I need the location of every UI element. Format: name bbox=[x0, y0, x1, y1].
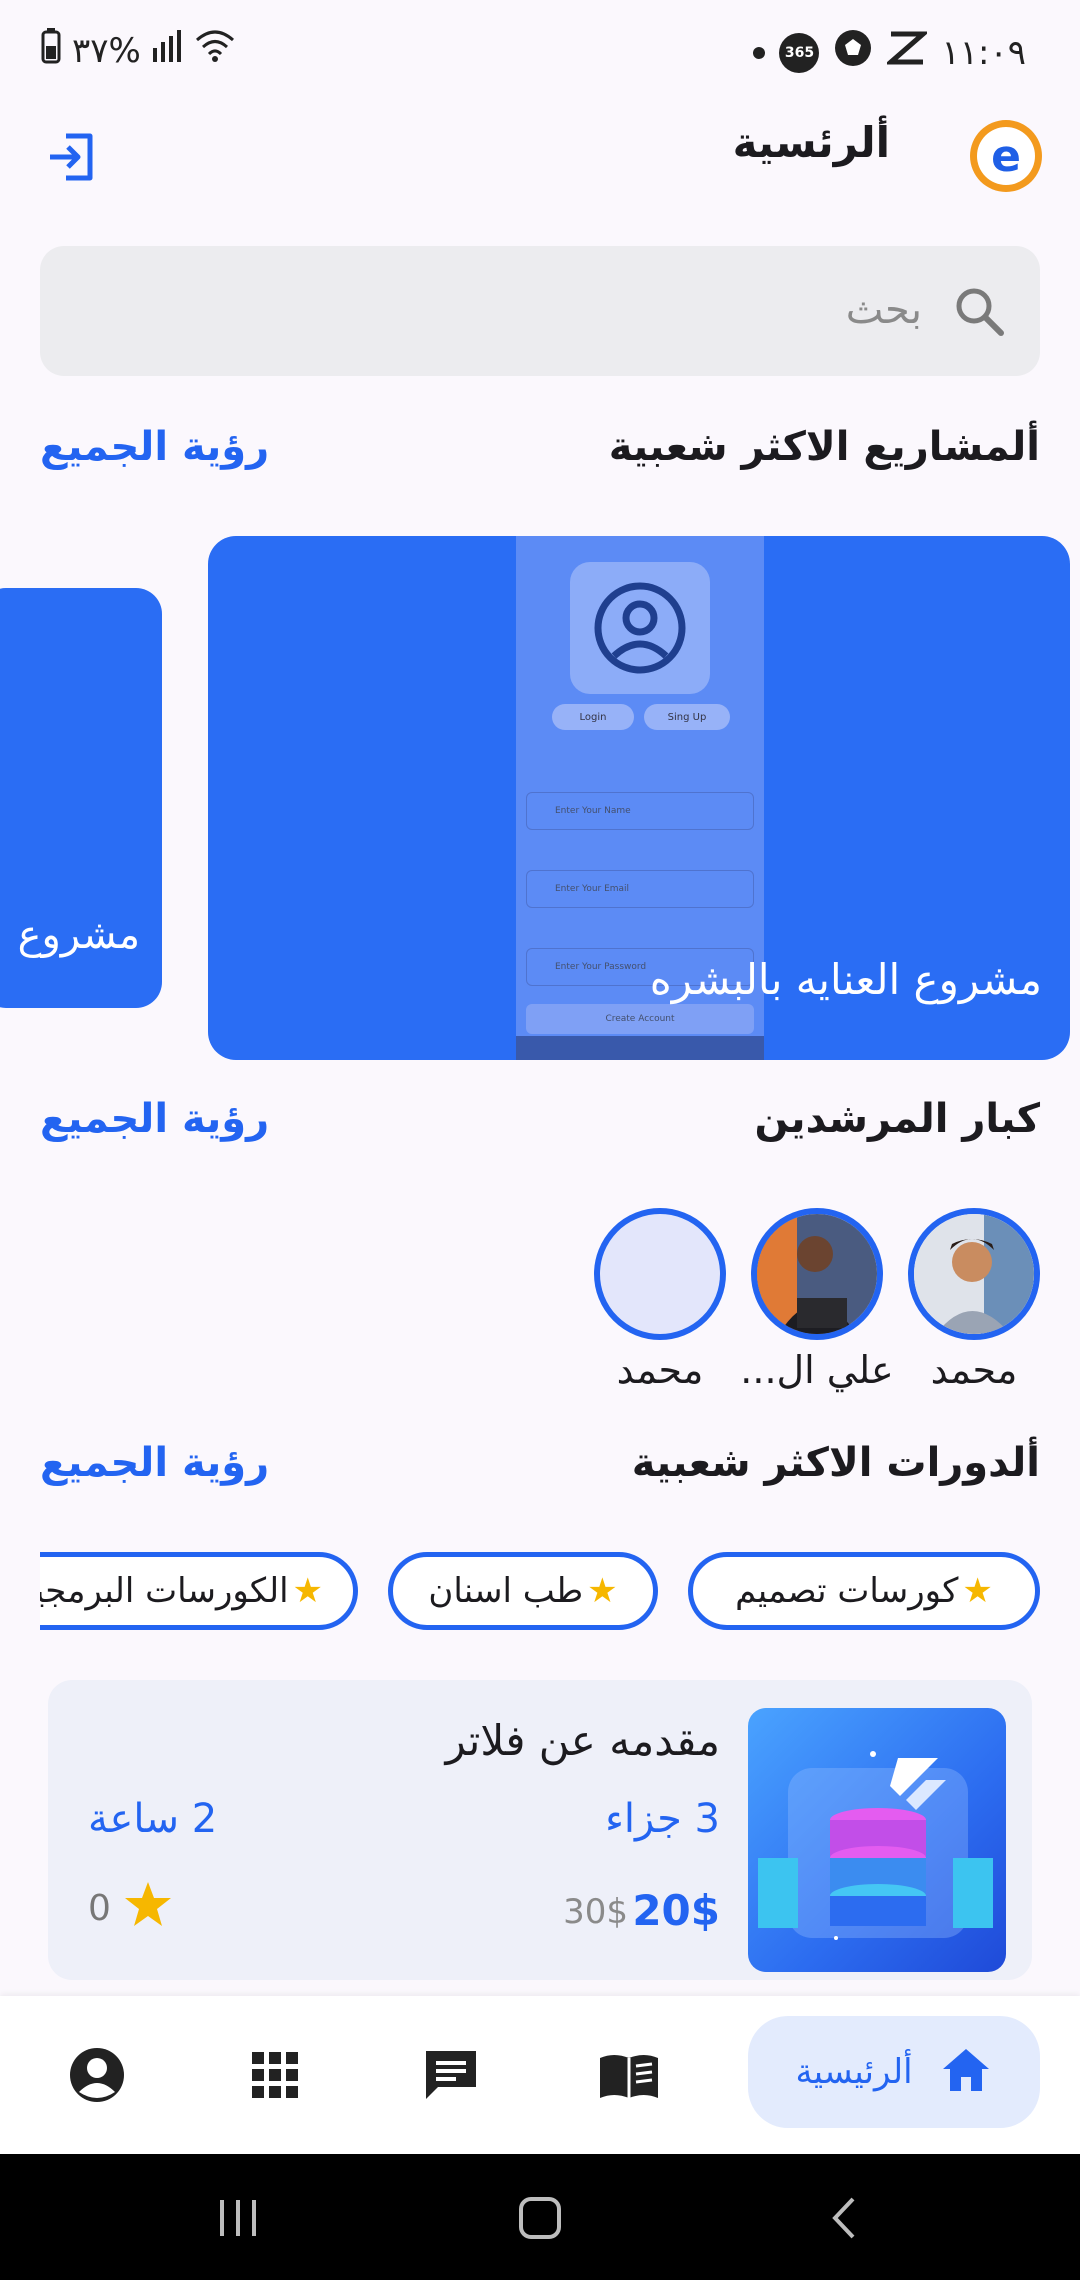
projects-section-title: ألمشاريع الاكثر شعبية bbox=[608, 424, 1040, 470]
project-card-label: مشروع العنايه بالبشره bbox=[649, 955, 1042, 1004]
mentor-avatar bbox=[751, 1208, 883, 1340]
course-price: 20$ bbox=[632, 1886, 720, 1935]
category-chip-label: الكورسات البرمجية bbox=[40, 1571, 289, 1611]
book-icon bbox=[600, 2055, 658, 2098]
account-circle-icon bbox=[70, 2048, 124, 2102]
course-thumbnail bbox=[748, 1708, 1006, 1972]
star-icon bbox=[123, 1880, 173, 1937]
recent-apps-icon bbox=[220, 2200, 256, 2236]
back-button[interactable] bbox=[816, 2190, 872, 2246]
course-title: مقدمه عن فلاتر bbox=[445, 1716, 720, 1765]
mentor-item[interactable]: محمد bbox=[908, 1208, 1040, 1392]
page-title: ألرئسية bbox=[732, 118, 890, 167]
recent-apps-button[interactable] bbox=[210, 2190, 266, 2246]
preview-tab-login: Login bbox=[552, 704, 634, 730]
courses-see-all-link[interactable]: رؤية الجميع bbox=[40, 1440, 269, 1486]
nav-chat-button[interactable] bbox=[416, 2040, 486, 2110]
preview-email-field: Enter Your Email bbox=[526, 870, 754, 908]
mentors-section-title: كبار المرشدين bbox=[754, 1096, 1040, 1142]
course-rating: 0 bbox=[88, 1880, 173, 1937]
user-circle-icon bbox=[594, 582, 686, 674]
course-old-price: 30$ bbox=[563, 1892, 628, 1932]
home-system-button[interactable] bbox=[512, 2190, 568, 2246]
mentor-name: محمد bbox=[930, 1348, 1018, 1392]
rating-value: 0 bbox=[88, 1888, 111, 1929]
logo-letter: e bbox=[977, 127, 1035, 185]
mentor-item[interactable]: محمد bbox=[594, 1208, 726, 1392]
logout-icon bbox=[50, 133, 93, 181]
star-icon: ★ bbox=[962, 1571, 993, 1611]
star-icon: ★ bbox=[587, 1571, 618, 1611]
battery-icon bbox=[40, 28, 62, 73]
category-chip-label: كورسات تصميم bbox=[735, 1571, 959, 1611]
notification-dot-icon bbox=[753, 46, 766, 59]
project-card[interactable]: مشروع bbox=[0, 588, 162, 1008]
nav-profile-button[interactable] bbox=[62, 2040, 132, 2110]
mentors-see-all-link[interactable]: رؤية الجميع bbox=[40, 1096, 269, 1142]
nav-home-label: ألرئيسية bbox=[795, 2052, 913, 2092]
bottom-nav: ألرئيسية bbox=[0, 1996, 1080, 2154]
category-chip[interactable]: ★ طب اسنان bbox=[388, 1552, 658, 1630]
home-square-icon bbox=[519, 2197, 561, 2239]
nav-apps-button[interactable] bbox=[240, 2040, 310, 2110]
search-bar[interactable] bbox=[40, 246, 1040, 376]
status-right: 365 ١١:٠٩ bbox=[753, 28, 1026, 77]
search-icon bbox=[956, 288, 1004, 336]
mentor-item[interactable]: علي ال... bbox=[740, 1208, 894, 1392]
app-365-icon: 365 bbox=[779, 32, 820, 73]
search-input[interactable] bbox=[322, 280, 922, 340]
grid-icon bbox=[252, 2052, 298, 2098]
battery-level: ٣٧% bbox=[72, 30, 141, 71]
logout-button[interactable] bbox=[44, 130, 98, 184]
mentor-name: محمد bbox=[616, 1348, 704, 1392]
category-chips: ★ كورسات تصميم ★ طب اسنان ★ الكورسات الب… bbox=[40, 1550, 1040, 1632]
status-left: ٣٧% bbox=[40, 28, 235, 73]
category-chip-label: طب اسنان bbox=[428, 1571, 584, 1611]
mentor-name: علي ال... bbox=[740, 1348, 894, 1392]
signal-icon bbox=[151, 30, 185, 71]
back-chevron-icon bbox=[832, 2197, 855, 2239]
course-hours: 2 ساعة bbox=[88, 1796, 218, 1842]
preview-create-button: Create Account bbox=[526, 1004, 754, 1034]
clock-time: ١١:٠٩ bbox=[941, 32, 1026, 73]
preview-avatar-box bbox=[570, 562, 710, 694]
mentor-avatar bbox=[908, 1208, 1040, 1340]
category-chip[interactable]: ★ الكورسات البرمجية bbox=[40, 1552, 358, 1630]
courses-section-title: ألدورات الاكثر شعبية bbox=[631, 1440, 1040, 1486]
system-nav-bar bbox=[0, 2154, 1080, 2280]
mentor-avatar bbox=[594, 1208, 726, 1340]
preview-tab-signup: Sing Up bbox=[644, 704, 730, 730]
project-card-label: مشروع bbox=[17, 912, 140, 958]
category-chip[interactable]: ★ كورسات تصميم bbox=[688, 1552, 1040, 1630]
projects-see-all-link[interactable]: رؤية الجميع bbox=[40, 424, 269, 470]
chat-icon bbox=[426, 2051, 476, 2099]
home-icon bbox=[939, 2045, 993, 2099]
wifi-icon bbox=[195, 30, 235, 71]
course-card[interactable]: مقدمه عن فلاتر 3 جزاء 2 ساعة 20$ 30$ 0 bbox=[48, 1680, 1032, 1980]
star-icon: ★ bbox=[292, 1571, 323, 1611]
capcut-icon bbox=[884, 30, 931, 75]
preview-nav-bar bbox=[516, 1036, 764, 1060]
soccer-ball-icon bbox=[833, 28, 873, 77]
status-bar: ٣٧% 365 ١١:٠٩ bbox=[0, 0, 1080, 100]
project-card[interactable]: Login Sing Up Enter Your Name Enter Your… bbox=[208, 536, 1070, 1060]
nav-home-button[interactable]: ألرئيسية bbox=[748, 2016, 1040, 2128]
preview-name-field: Enter Your Name bbox=[526, 792, 754, 830]
nav-courses-button[interactable] bbox=[594, 2040, 664, 2110]
app-logo: e bbox=[970, 120, 1042, 192]
course-parts: 3 جزاء bbox=[605, 1796, 720, 1842]
